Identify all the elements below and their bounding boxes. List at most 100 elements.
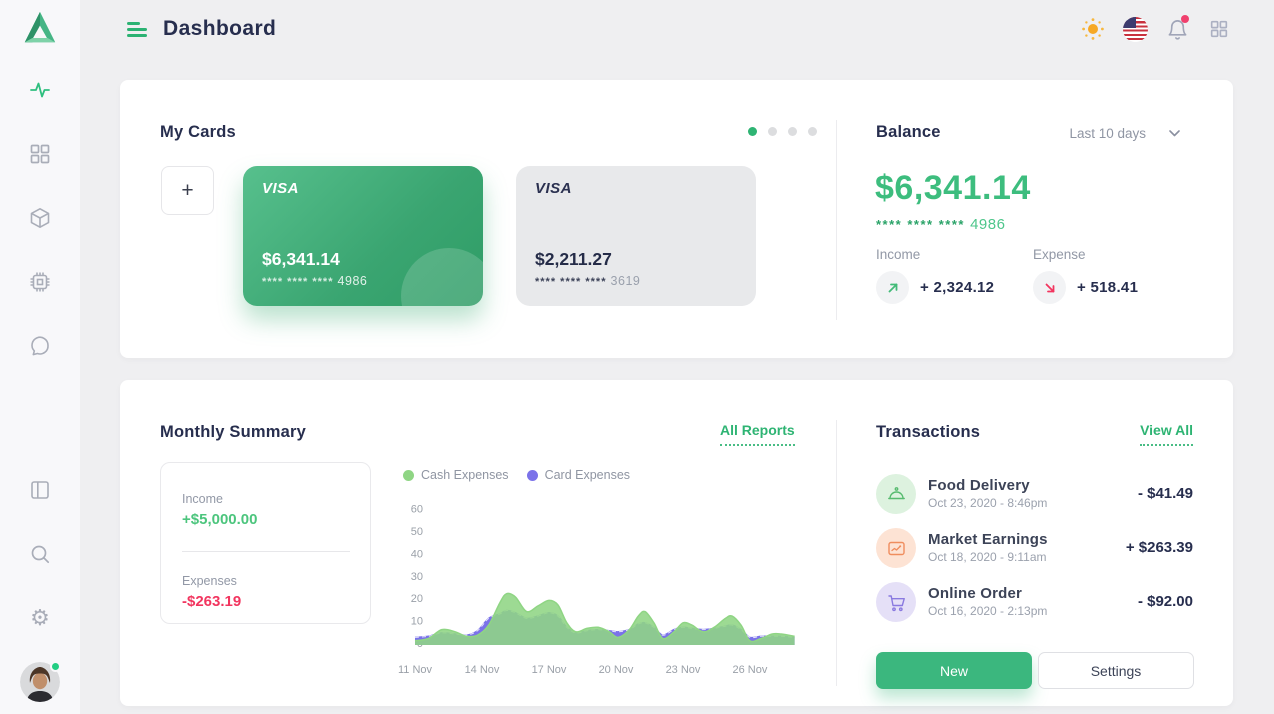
settings-button[interactable]: Settings xyxy=(1038,652,1194,689)
svg-text:23 Nov: 23 Nov xyxy=(666,664,701,676)
transaction-date: Oct 18, 2020 - 9:11am xyxy=(928,550,1047,564)
visa-logo: VISA xyxy=(535,180,572,197)
legend-dot-green xyxy=(403,470,414,481)
search-icon xyxy=(28,542,52,566)
app-logo-icon[interactable] xyxy=(21,9,59,47)
sidebar-item-messages[interactable] xyxy=(28,334,52,358)
carousel-dot[interactable] xyxy=(768,127,777,136)
transaction-amount: - $92.00 xyxy=(1138,593,1193,610)
sidebar-item-system[interactable] xyxy=(28,270,52,294)
svg-text:30: 30 xyxy=(411,571,423,583)
all-reports-link[interactable]: All Reports xyxy=(720,422,795,446)
main-content: Dashboard My Cards xyxy=(80,0,1274,714)
credit-card-secondary[interactable]: VISA $2,211.27 **** **** **** 3619 xyxy=(516,166,756,306)
cards-balance-panel: My Cards + VISA $6,341.14 **** **** ****… xyxy=(120,80,1233,358)
expense-value: + 518.41 xyxy=(1077,279,1138,296)
sidebar: ⚙ xyxy=(0,0,80,714)
cart-icon xyxy=(876,582,916,622)
transaction-title: Online Order xyxy=(928,585,1022,602)
legend-card-expenses: Card Expenses xyxy=(527,468,630,482)
summary-income-value: +$5,000.00 xyxy=(182,511,350,528)
apps-grid-icon xyxy=(1208,18,1230,40)
activity-icon xyxy=(28,78,52,102)
balance-amount: $6,341.14 xyxy=(875,169,1031,208)
income-arrow-badge xyxy=(876,271,909,304)
user-avatar[interactable] xyxy=(20,662,60,702)
sidebar-item-products[interactable] xyxy=(28,206,52,230)
transactions-heading: Transactions xyxy=(876,423,980,442)
svg-text:14 Nov: 14 Nov xyxy=(465,664,500,676)
line-chart-icon xyxy=(876,528,916,568)
expenses-area-chart: 010203040506011 Nov14 Nov17 Nov20 Nov23 … xyxy=(393,492,805,684)
sidebar-item-settings[interactable]: ⚙ xyxy=(28,606,52,630)
svg-text:20: 20 xyxy=(411,593,423,605)
svg-text:60: 60 xyxy=(411,504,423,516)
summary-income-label: Income xyxy=(182,492,350,506)
svg-text:40: 40 xyxy=(411,548,423,560)
card-number: **** **** **** 3619 xyxy=(535,274,640,288)
sun-icon xyxy=(1081,17,1105,41)
transaction-row[interactable]: Market Earnings Oct 18, 2020 - 9:11am + … xyxy=(876,528,1193,570)
sidebar-item-search[interactable] xyxy=(28,542,52,566)
theme-toggle-button[interactable] xyxy=(1080,16,1106,42)
income-label: Income xyxy=(876,247,1026,262)
header-actions xyxy=(1080,16,1232,42)
sidebar-item-apps[interactable] xyxy=(28,142,52,166)
grid-icon xyxy=(28,142,52,166)
divider xyxy=(182,551,350,552)
balance-period-dropdown[interactable]: Last 10 days xyxy=(1069,126,1180,141)
gear-icon: ⚙ xyxy=(28,606,52,630)
carousel-dot[interactable] xyxy=(748,127,757,136)
svg-text:50: 50 xyxy=(411,526,423,538)
visa-logo: VISA xyxy=(262,180,299,197)
online-status-dot xyxy=(50,661,61,672)
svg-text:10: 10 xyxy=(411,616,423,628)
expense-arrow-badge xyxy=(1033,271,1066,304)
chart-legend: Cash Expenses Card Expenses xyxy=(403,468,630,482)
carousel-dot[interactable] xyxy=(808,127,817,136)
legend-dot-purple xyxy=(527,470,538,481)
credit-card-primary[interactable]: VISA $6,341.14 **** **** **** 4986 xyxy=(243,166,483,306)
transaction-date: Oct 23, 2020 - 8:46pm xyxy=(928,496,1047,510)
page-title: Dashboard xyxy=(163,17,276,41)
svg-text:17 Nov: 17 Nov xyxy=(532,664,567,676)
transaction-row[interactable]: Online Order Oct 16, 2020 - 2:13pm - $92… xyxy=(876,582,1193,624)
summary-expenses-value: -$263.19 xyxy=(182,593,350,610)
svg-text:26 Nov: 26 Nov xyxy=(732,664,767,676)
balance-heading: Balance xyxy=(876,123,941,142)
chat-bubble-icon xyxy=(28,334,52,358)
view-all-link[interactable]: View All xyxy=(1140,422,1193,446)
section-divider xyxy=(836,420,837,686)
summary-expenses-label: Expenses xyxy=(182,574,350,588)
notification-badge-dot xyxy=(1181,15,1189,23)
carousel-dot[interactable] xyxy=(788,127,797,136)
arrow-up-right-icon xyxy=(886,281,900,295)
notifications-button[interactable] xyxy=(1164,16,1190,42)
svg-text:11 Nov: 11 Nov xyxy=(398,664,433,676)
summary-transactions-panel: Monthly Summary All Reports Income +$5,0… xyxy=(120,380,1233,706)
legend-cash-expenses: Cash Expenses xyxy=(403,468,509,482)
cpu-icon xyxy=(28,270,52,294)
svg-text:20 Nov: 20 Nov xyxy=(599,664,634,676)
language-selector-button[interactable] xyxy=(1122,16,1148,42)
arrow-down-right-icon xyxy=(1043,281,1057,295)
income-expense-box: Income +$5,000.00 Expenses -$263.19 xyxy=(160,462,371,624)
layout-panel-icon xyxy=(28,478,52,502)
hamburger-menu-icon[interactable] xyxy=(127,22,147,38)
sidebar-item-layout[interactable] xyxy=(28,478,52,502)
new-button[interactable]: New xyxy=(876,652,1032,689)
transaction-row[interactable]: Food Delivery Oct 23, 2020 - 8:46pm - $4… xyxy=(876,474,1193,516)
section-divider xyxy=(836,120,837,320)
card-balance: $2,211.27 xyxy=(535,249,612,270)
food-cloche-icon xyxy=(876,474,916,514)
add-card-button[interactable]: + xyxy=(161,166,214,215)
sidebar-item-activity[interactable] xyxy=(28,78,52,102)
chevron-down-icon xyxy=(1169,130,1180,137)
us-flag-icon xyxy=(1123,17,1148,42)
cards-carousel-dots xyxy=(748,127,817,136)
transaction-amount: + $263.39 xyxy=(1126,539,1193,556)
income-summary: Income + 2,324.12 xyxy=(876,247,1026,304)
apps-menu-button[interactable] xyxy=(1206,16,1232,42)
expense-summary: Expense + 518.41 xyxy=(1033,247,1183,304)
expense-label: Expense xyxy=(1033,247,1183,262)
